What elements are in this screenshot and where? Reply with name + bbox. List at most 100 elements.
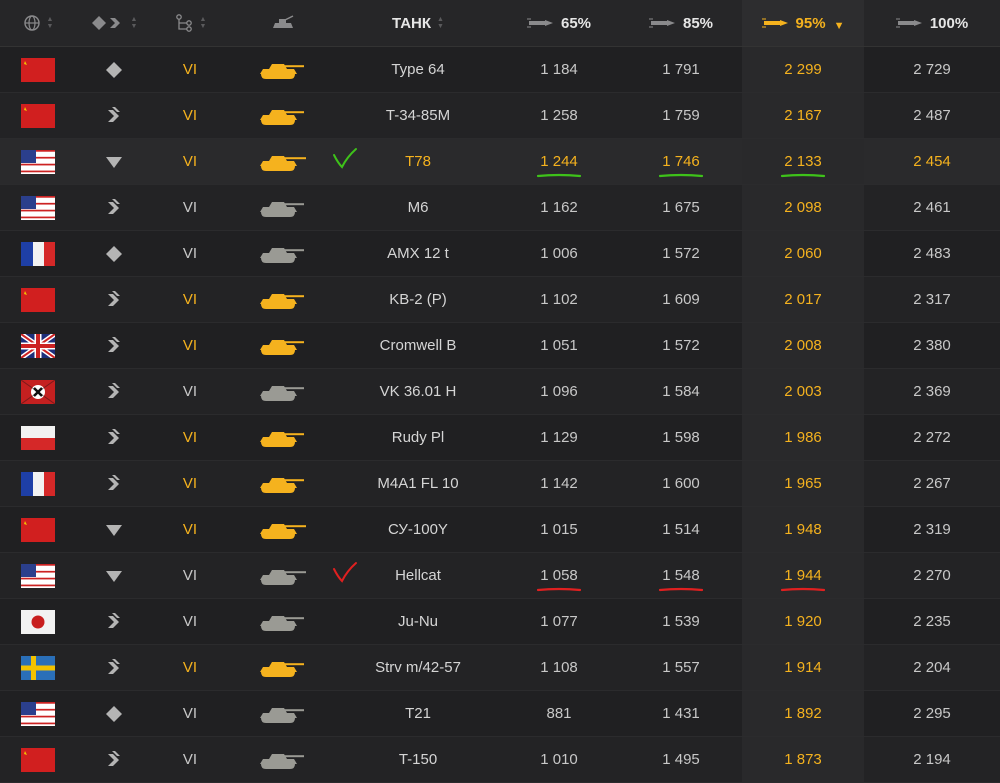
- value-m95: 2 167: [784, 107, 822, 124]
- tier-label: VI: [182, 61, 198, 78]
- cell-m65: 1 142: [498, 461, 620, 506]
- table-row[interactable]: VI T21 881 1 431 1 892 2 295: [0, 691, 1000, 737]
- value-m65: 1 102: [540, 291, 578, 308]
- flag-usa-icon: [21, 701, 55, 726]
- table-row[interactable]: VI СУ-100Y 1 015 1 514 1 948 2 319: [0, 507, 1000, 553]
- value-m85: 1 557: [662, 659, 700, 676]
- tank-name-cell[interactable]: M4A1 FL 10: [338, 461, 498, 506]
- sort-descending-icon: ▼: [833, 20, 845, 32]
- flag-sweden-icon: [21, 655, 55, 680]
- sort-vehicle[interactable]: [228, 0, 338, 46]
- value-m65: 1 058: [540, 567, 578, 584]
- sort-nation[interactable]: ▲ ▼: [0, 0, 76, 46]
- table-row[interactable]: VI KB-2 (P) 1 102 1 609 2 017 2 317: [0, 277, 1000, 323]
- cell-m85: 1 431: [620, 691, 742, 736]
- sort-mark-65[interactable]: 65%: [498, 0, 620, 46]
- tank-name-cell[interactable]: M6: [338, 185, 498, 230]
- cell-m85: 1 584: [620, 369, 742, 414]
- cell-m95: 2 098: [742, 185, 864, 230]
- tier-cell: VI: [152, 553, 228, 598]
- tank-name-cell[interactable]: T78: [338, 139, 498, 184]
- table-row[interactable]: VI VK 36.01 H 1 096 1 584 2 003 2 369: [0, 369, 1000, 415]
- table-row[interactable]: VI T-34-85M 1 258 1 759 2 167 2 487: [0, 93, 1000, 139]
- cell-m100: 2 272: [864, 415, 1000, 460]
- cell-m85: 1 539: [620, 599, 742, 644]
- tank-name-cell[interactable]: Strv m/42-57: [338, 645, 498, 690]
- tier-label: VI: [182, 521, 198, 538]
- cell-m95: 1 892: [742, 691, 864, 736]
- cell-m65: 1 129: [498, 415, 620, 460]
- tank-name-cell[interactable]: T-150: [338, 737, 498, 782]
- sort-class[interactable]: ▲ ▼: [76, 0, 152, 46]
- sort-arrows-icon: ▲ ▼: [199, 16, 207, 30]
- tank-name-cell[interactable]: Ju-Nu: [338, 599, 498, 644]
- class-cell: [76, 93, 152, 138]
- cell-m95: 1 948: [742, 507, 864, 552]
- tank-destroyer-icon: [106, 156, 122, 168]
- tier-cell: VI: [152, 461, 228, 506]
- value-m100: 2 487: [913, 107, 951, 124]
- tier-label: VI: [182, 475, 198, 492]
- cell-m65: 1 077: [498, 599, 620, 644]
- table-row[interactable]: VI Rudy Pl 1 129 1 598 1 986 2 272: [0, 415, 1000, 461]
- table-row[interactable]: VI Strv m/42-57 1 108 1 557 1 914 2 204: [0, 645, 1000, 691]
- tier-label: VI: [182, 567, 198, 584]
- premium-tank-silhouette-icon: [260, 109, 304, 125]
- nation-cell: [0, 599, 76, 644]
- vehicle-class-icon: [91, 16, 120, 30]
- tank-name: M6: [407, 199, 429, 216]
- cell-m100: 2 270: [864, 553, 1000, 598]
- vehicle-icon-cell: [228, 461, 338, 506]
- tank-silhouette-icon: [260, 615, 304, 631]
- flag-ussr-icon: [21, 103, 55, 128]
- vehicle-icon-cell: [228, 599, 338, 644]
- table-row[interactable]: VI T-150 1 010 1 495 1 873 2 194: [0, 737, 1000, 783]
- tank-name-cell[interactable]: AMX 12 t: [338, 231, 498, 276]
- class-cell: [76, 185, 152, 230]
- tank-name-cell[interactable]: Rudy Pl: [338, 415, 498, 460]
- table-row[interactable]: VI T78 1 244 1 746 2 133 2 454: [0, 139, 1000, 185]
- value-m100: 2 270: [913, 567, 951, 584]
- tank-name-cell[interactable]: Type 64: [338, 47, 498, 92]
- sort-mark-85[interactable]: 85%: [620, 0, 742, 46]
- tank-name-cell[interactable]: KB-2 (P): [338, 277, 498, 322]
- tank-name: T-34-85M: [385, 107, 451, 124]
- table-row[interactable]: VI AMX 12 t 1 006 1 572 2 060 2 483: [0, 231, 1000, 277]
- table-row[interactable]: VI Type 64 1 184 1 791 2 299 2 729: [0, 47, 1000, 93]
- value-m100: 2 380: [913, 337, 951, 354]
- tank-name-cell[interactable]: T-34-85M: [338, 93, 498, 138]
- sort-arrows-icon: ▲ ▼: [46, 16, 54, 30]
- tank-name-cell[interactable]: СУ-100Y: [338, 507, 498, 552]
- tank-name-cell[interactable]: Cromwell B: [338, 323, 498, 368]
- vehicle-icon-cell: [228, 737, 338, 782]
- tank-name: Strv m/42-57: [375, 659, 461, 676]
- cell-m95: 2 299: [742, 47, 864, 92]
- value-m65: 1 051: [540, 337, 578, 354]
- vehicle-icon-cell: [228, 691, 338, 736]
- cell-m65: 881: [498, 691, 620, 736]
- table-row[interactable]: VI Cromwell B 1 051 1 572 2 008 2 380: [0, 323, 1000, 369]
- cell-m95: 1 914: [742, 645, 864, 690]
- tank-name-cell[interactable]: VK 36.01 H: [338, 369, 498, 414]
- sort-mark-100[interactable]: 100%: [864, 0, 1000, 46]
- sort-mark-95[interactable]: 95% ▼: [742, 0, 864, 46]
- value-m85: 1 746: [662, 153, 700, 170]
- class-cell: [76, 691, 152, 736]
- value-m65: 1 258: [540, 107, 578, 124]
- table-row[interactable]: VI Hellcat 1 058 1 548 1 944 2 270: [0, 553, 1000, 599]
- table-row[interactable]: VI Ju-Nu 1 077 1 539 1 920 2 235: [0, 599, 1000, 645]
- sort-tank-name[interactable]: ТАНК ▲ ▼: [338, 0, 498, 46]
- tank-name-cell[interactable]: Hellcat: [338, 553, 498, 598]
- medium-tank-icon: [108, 106, 120, 122]
- table-row[interactable]: VI M4A1 FL 10 1 142 1 600 1 965 2 267: [0, 461, 1000, 507]
- value-m100: 2 267: [913, 475, 951, 492]
- cell-m100: 2 319: [864, 507, 1000, 552]
- sort-tier[interactable]: ▲ ▼: [152, 0, 228, 46]
- cell-m65: 1 096: [498, 369, 620, 414]
- tank-name-cell[interactable]: T21: [338, 691, 498, 736]
- underline-mark: [659, 173, 703, 178]
- value-m65: 881: [546, 705, 572, 722]
- table-row[interactable]: VI M6 1 162 1 675 2 098 2 461: [0, 185, 1000, 231]
- column-header-95: 95%: [795, 14, 826, 32]
- marks-table: ▲ ▼ ▲ ▼ ▲ ▼ ТАНК ▲ ▼ 65% 85% 95% ▼ 100% …: [0, 0, 1000, 783]
